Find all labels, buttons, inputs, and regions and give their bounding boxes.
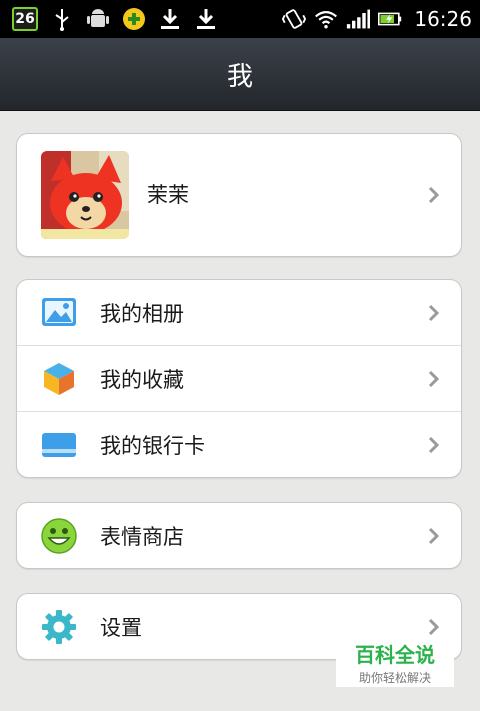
menu-item-label: 我的收藏 — [100, 367, 184, 392]
profile-row[interactable]: 茉茉 — [17, 134, 461, 256]
chevron-right-icon — [428, 436, 440, 453]
smiley-icon — [41, 518, 77, 554]
android-debug-icon — [86, 7, 110, 31]
status-bar: 26 16:26 — [0, 0, 480, 38]
page-title: 我 — [226, 61, 253, 92]
chevron-right-icon — [428, 618, 440, 635]
menu-item-album[interactable]: 我的相册 — [17, 280, 461, 345]
download-icon — [194, 7, 218, 31]
profile-name: 茉茉 — [147, 183, 189, 207]
menu-item-label: 表情商店 — [100, 524, 184, 549]
watermark-subtitle: 助你轻松解决 — [358, 671, 431, 685]
chevron-right-icon — [428, 370, 440, 387]
app-plus-icon — [122, 7, 146, 31]
signal-strength-icon — [346, 7, 371, 31]
watermark: 百科全说 助你轻松解决 — [336, 635, 454, 687]
avatar — [41, 151, 129, 239]
status-time: 16:26 — [414, 7, 472, 31]
usb-icon — [50, 7, 74, 31]
menu-item-label: 我的相册 — [100, 301, 184, 326]
menu-group-personal: 我的相册 我的收藏 我的银行卡 — [16, 279, 462, 478]
photo-album-icon — [41, 295, 77, 331]
profile-card[interactable]: 茉茉 — [16, 133, 462, 257]
chevron-right-icon — [428, 304, 440, 321]
menu-group-sticker: 表情商店 — [16, 502, 462, 569]
menu-item-label: 我的银行卡 — [100, 433, 205, 458]
vibrate-icon — [282, 7, 307, 31]
title-bar: 我 — [0, 38, 480, 111]
menu-item-label: 设置 — [100, 615, 142, 640]
download-icon — [158, 7, 182, 31]
watermark-title: 百科全说 — [355, 643, 435, 667]
menu-item-favorites[interactable]: 我的收藏 — [17, 345, 461, 411]
chevron-right-icon — [428, 186, 440, 204]
bank-card-icon — [41, 427, 77, 463]
menu-item-sticker-store[interactable]: 表情商店 — [17, 503, 461, 568]
favorites-cube-icon — [41, 361, 77, 397]
chevron-right-icon — [428, 527, 440, 544]
menu-item-bank-card[interactable]: 我的银行卡 — [17, 411, 461, 477]
wifi-icon — [314, 7, 338, 31]
battery-charging-icon — [378, 7, 402, 31]
gear-icon — [41, 609, 77, 645]
notification-count-badge: 26 — [12, 7, 38, 31]
